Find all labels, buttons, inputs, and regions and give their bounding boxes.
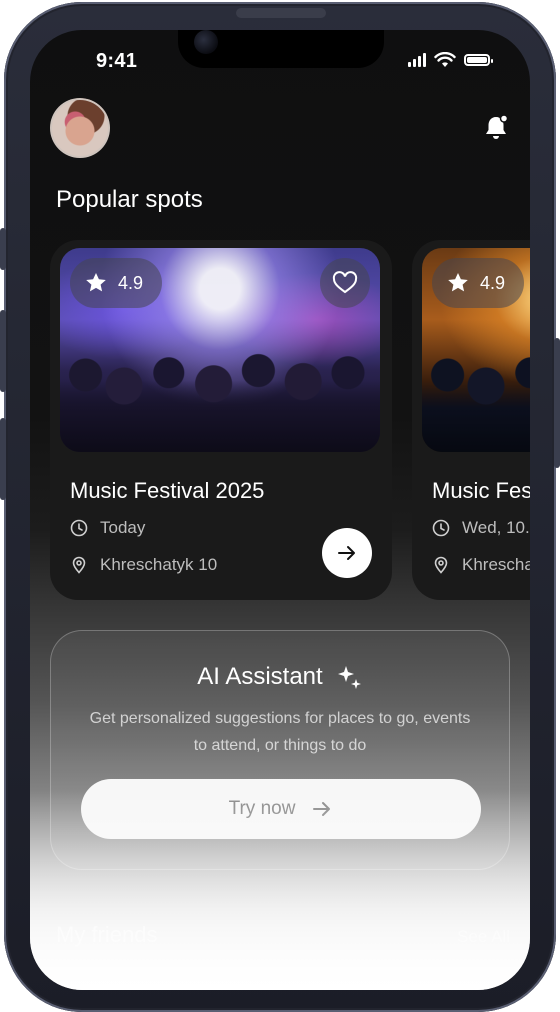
phone-volume-up-button: [0, 310, 6, 392]
heart-icon: [332, 271, 358, 294]
section-title-popular-spots: Popular spots: [56, 186, 203, 213]
clock-icon: [70, 519, 88, 537]
event-date-row: Today: [70, 518, 145, 538]
event-location: Khrescha: [462, 555, 530, 574]
rating-value: 4.9: [480, 272, 506, 293]
rating-badge: 4.9: [70, 258, 162, 308]
section-title-my-friends: My friends: [56, 922, 158, 947]
open-event-button[interactable]: [322, 528, 372, 578]
phone-power-button: [554, 338, 560, 468]
bell-icon[interactable]: [482, 114, 510, 142]
clock-icon: [432, 519, 450, 537]
event-date: Today: [100, 518, 146, 537]
event-location-row: Khreschatyk 10: [70, 555, 217, 575]
rating-badge: 4.9: [432, 258, 524, 308]
event-card[interactable]: 4.9 Music Festival 2025 Today Khreschaty…: [50, 240, 392, 600]
user-avatar[interactable]: [50, 98, 110, 158]
event-title: Music Fes: [432, 478, 530, 503]
status-time: 9:41: [96, 50, 138, 72]
event-location: Khreschatyk 10: [100, 555, 218, 574]
event-image: 4.9: [422, 248, 530, 452]
try-now-label: Try now: [228, 798, 296, 819]
event-date: Wed, 10.: [462, 518, 530, 537]
location-pin-icon: [72, 556, 86, 574]
phone-volume-down-button: [0, 418, 6, 500]
app-screen: 9:41 Popular spots 4.9 Music Festival 20…: [30, 30, 530, 990]
status-icons: [408, 52, 493, 68]
friends-header: My friends See All: [56, 922, 510, 948]
arrow-right-icon: [338, 546, 355, 560]
rating-value: 4.9: [118, 272, 144, 293]
event-date-row: Wed, 10.: [432, 518, 530, 538]
try-now-button[interactable]: Try now: [81, 779, 481, 839]
event-card[interactable]: 4.9 Music Fes Wed, 10. Khrescha: [412, 240, 530, 600]
phone-speaker: [236, 8, 326, 18]
popular-spots-carousel[interactable]: 4.9 Music Festival 2025 Today Khreschaty…: [50, 240, 530, 600]
ai-assistant-title: AI Assistant: [197, 663, 323, 690]
arrow-right-icon: [313, 802, 331, 816]
phone-side-button: [0, 228, 6, 270]
favorite-button[interactable]: [320, 258, 370, 308]
wifi-icon: [434, 52, 456, 67]
front-camera: [194, 30, 218, 54]
ai-assistant-description: Get personalized suggestions for places …: [89, 710, 471, 754]
location-pin-icon: [434, 556, 448, 574]
see-all-link[interactable]: See All: [457, 927, 510, 947]
star-icon: [86, 273, 106, 292]
event-title: Music Festival 2025: [70, 478, 265, 503]
cellular-signal-icon: [408, 53, 426, 67]
ai-assistant-card: AI Assistant Get personalized suggestion…: [50, 630, 510, 870]
battery-icon: [464, 54, 493, 66]
star-icon: [448, 273, 468, 292]
event-location-row: Khrescha: [432, 555, 530, 575]
ai-assistant-header: AI Assistant: [51, 663, 509, 691]
sparkles-icon: [337, 666, 361, 689]
event-image: 4.9: [60, 248, 380, 452]
